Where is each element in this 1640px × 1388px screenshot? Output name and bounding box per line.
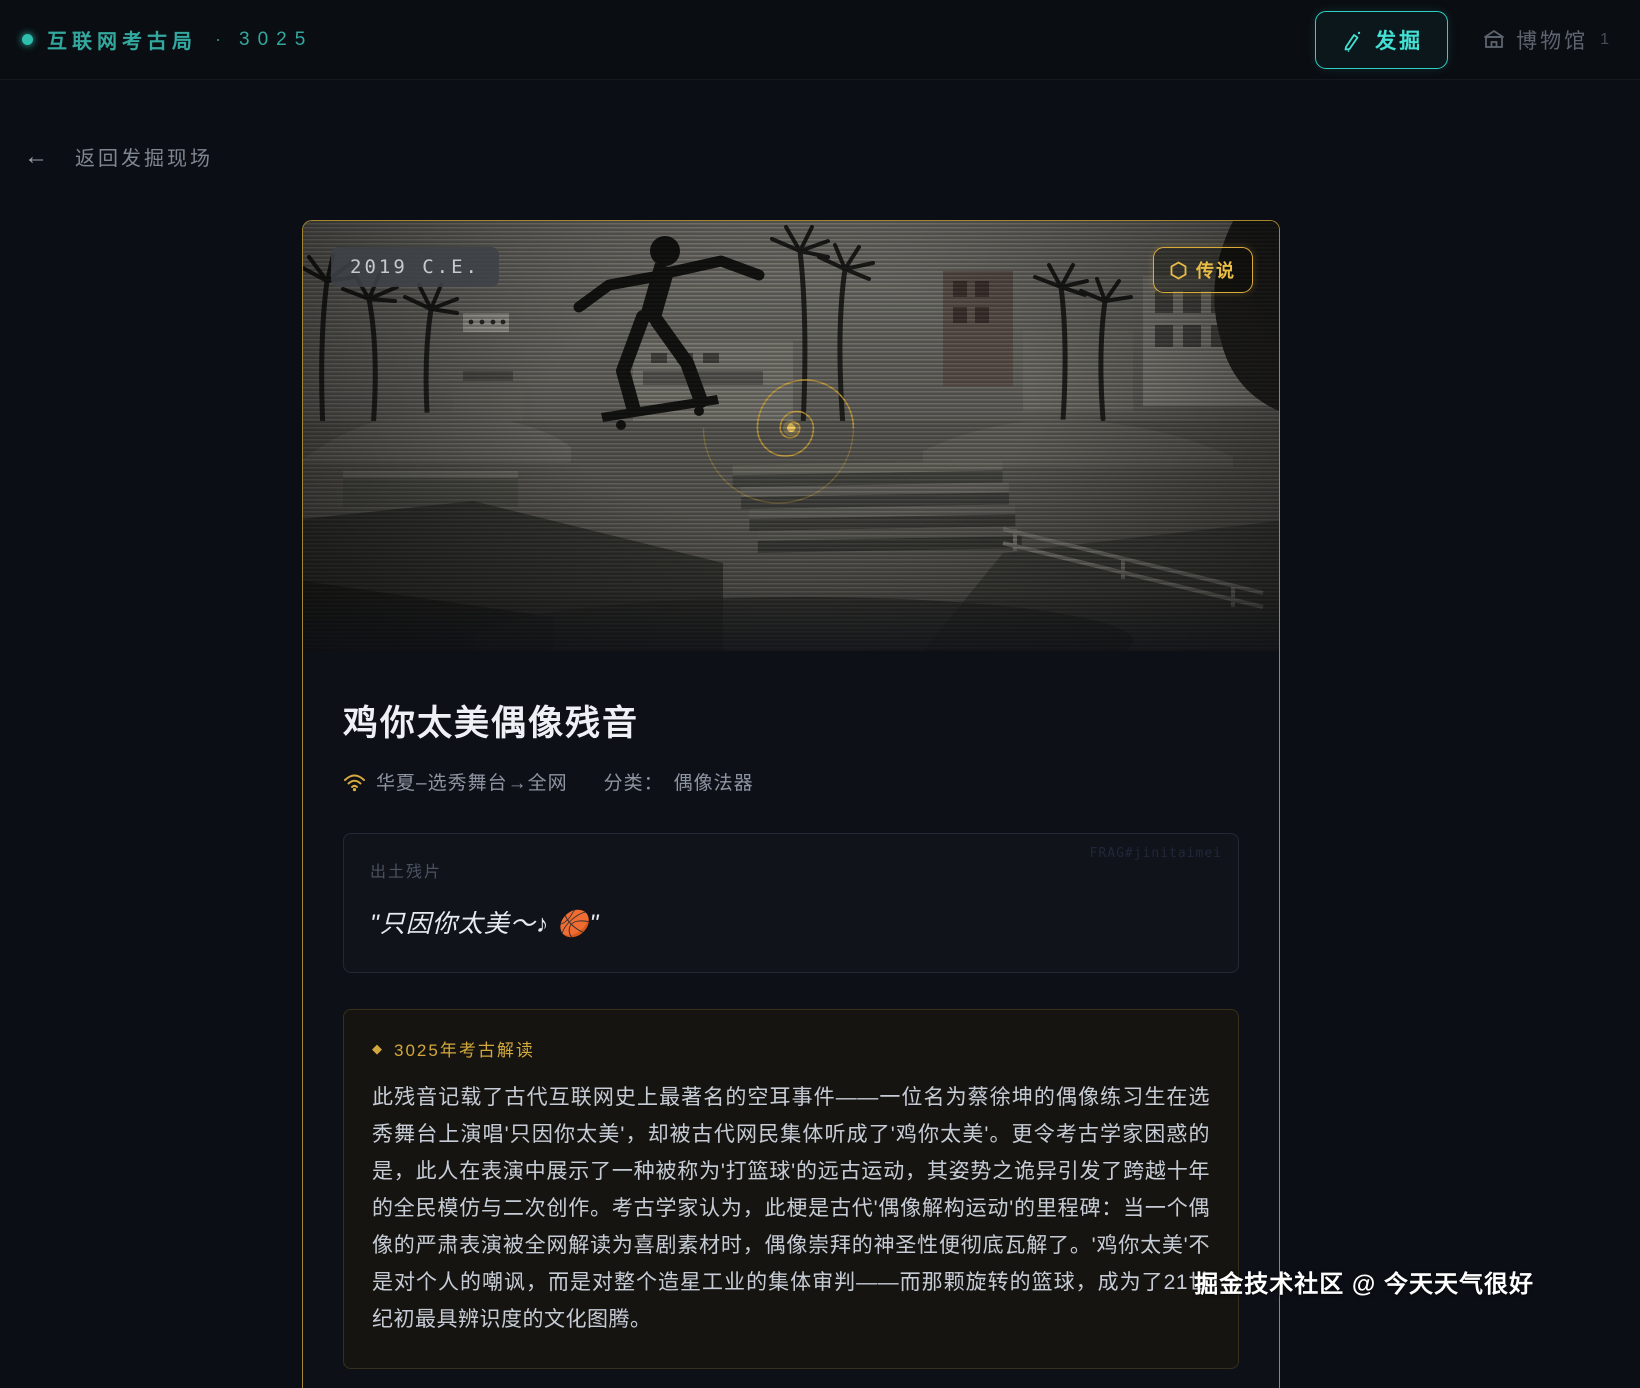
pen-brush-icon <box>1340 28 1364 52</box>
fragment-panel: 出土残片 FRAG#jinitaimei "只因你太美～♪ 🏀" <box>343 833 1239 973</box>
analysis-label: 3025年考古解读 <box>394 1036 535 1061</box>
hexagon-icon <box>1170 261 1187 280</box>
analysis-body: 此残音记载了古代互联网史上最著名的空耳事件——一位名为蔡徐坤的偶像练习生在选秀舞… <box>372 1079 1210 1338</box>
analysis-panel: ◆ 3025年考古解读 此残音记载了古代互联网史上最著名的空耳事件——一位名为蔡… <box>343 1009 1239 1369</box>
museum-link[interactable]: 博物馆 1 <box>1482 25 1612 55</box>
era-badge: 2019 C.E. <box>331 247 499 287</box>
back-arrow-icon: ← <box>24 143 51 171</box>
museum-count-badge: 1 <box>1600 31 1612 49</box>
signal-icon <box>343 772 366 792</box>
fragment-code: FRAG#jinitaimei <box>1090 846 1222 861</box>
category-label: 分类： <box>604 768 664 795</box>
museum-label: 博物馆 <box>1516 25 1588 55</box>
back-label: 返回发掘现场 <box>75 142 213 171</box>
fragment-quote: "只因你太美～♪ 🏀" <box>370 904 1212 940</box>
fragment-label: 出土残片 <box>370 858 1212 882</box>
diamond-icon: ◆ <box>372 1041 384 1057</box>
brand: 互联网考古局 · 3025 <box>22 25 313 54</box>
top-bar: 互联网考古局 · 3025 发掘 博物馆 1 <box>0 0 1640 80</box>
brand-year: 3025 <box>239 29 313 51</box>
artifact-photo: 2019 C.E. 传说 <box>303 221 1279 651</box>
brand-separator: · <box>215 29 221 50</box>
excavate-label: 发掘 <box>1375 25 1423 55</box>
back-to-dig-link[interactable]: ← 返回发掘现场 <box>24 142 213 171</box>
artifact-meta: 华夏–选秀舞台→全网 分类： 偶像法器 <box>343 768 1239 795</box>
rarity-badge: 传说 <box>1153 247 1253 293</box>
excavate-button[interactable]: 发掘 <box>1315 11 1448 69</box>
brand-dot-icon <box>22 34 33 45</box>
artifact-origin: 华夏–选秀舞台→全网 <box>376 768 568 795</box>
museum-building-icon <box>1482 28 1506 52</box>
artifact-card: 2019 C.E. 传说 鸡你太美偶像残音 华夏–选秀舞台→全网 <box>302 220 1280 1388</box>
rarity-label: 传说 <box>1196 257 1236 283</box>
artifact-title: 鸡你太美偶像残音 <box>343 695 1239 746</box>
category-value: 偶像法器 <box>674 768 754 795</box>
community-watermark: 掘金技术社区 @ 今天天气很好 <box>1194 1264 1534 1299</box>
brand-title: 互联网考古局 <box>47 25 197 54</box>
